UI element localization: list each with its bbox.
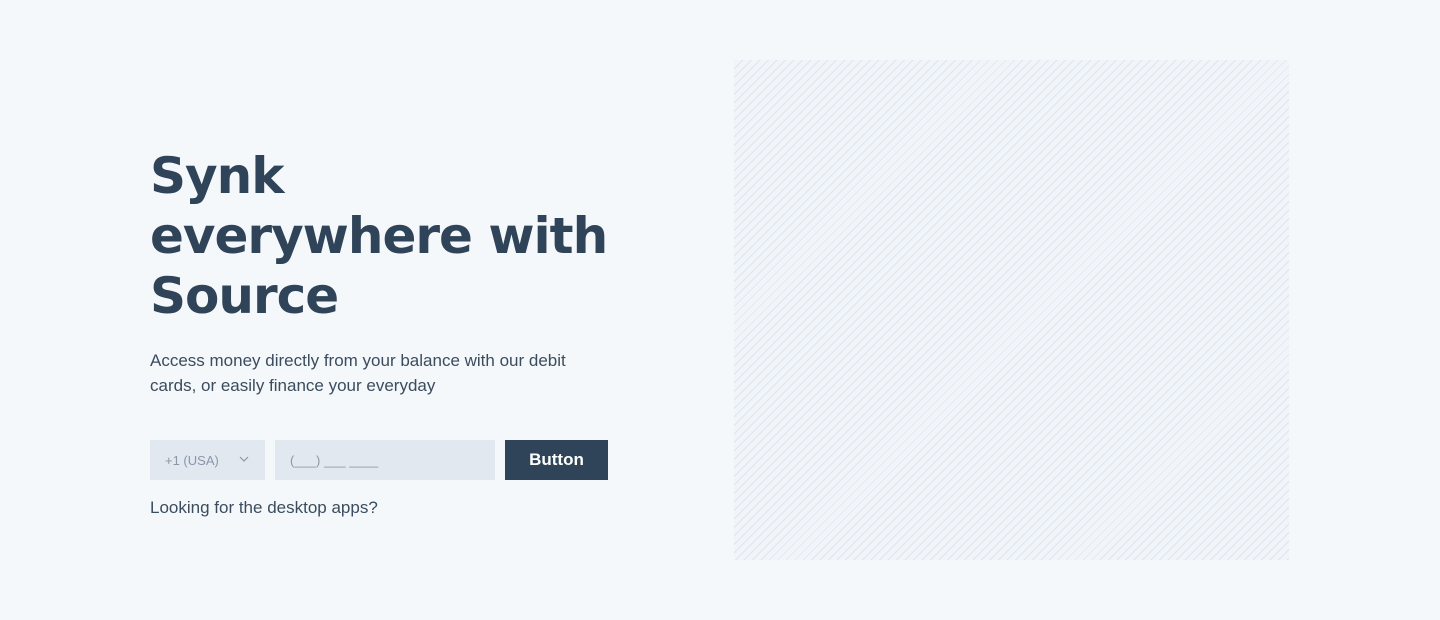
hero-title: Synk everywhere with Source <box>150 147 608 325</box>
country-code-select[interactable]: +1 (USA) <box>150 440 265 480</box>
desktop-apps-link[interactable]: Looking for the desktop apps? <box>150 498 378 518</box>
submit-button[interactable]: Button <box>505 440 608 480</box>
hero-content: Synk everywhere with Source Access money… <box>150 146 620 518</box>
hero-section: Synk everywhere with Source Access money… <box>0 0 1440 620</box>
phone-number-input[interactable] <box>275 440 495 480</box>
phone-signup-form: +1 (USA) Button <box>150 440 620 480</box>
chevron-down-icon <box>239 456 249 462</box>
hero-image-placeholder <box>734 60 1289 560</box>
country-code-value: +1 (USA) <box>165 452 219 468</box>
hero-subtitle: Access money directly from your balance … <box>150 351 566 395</box>
